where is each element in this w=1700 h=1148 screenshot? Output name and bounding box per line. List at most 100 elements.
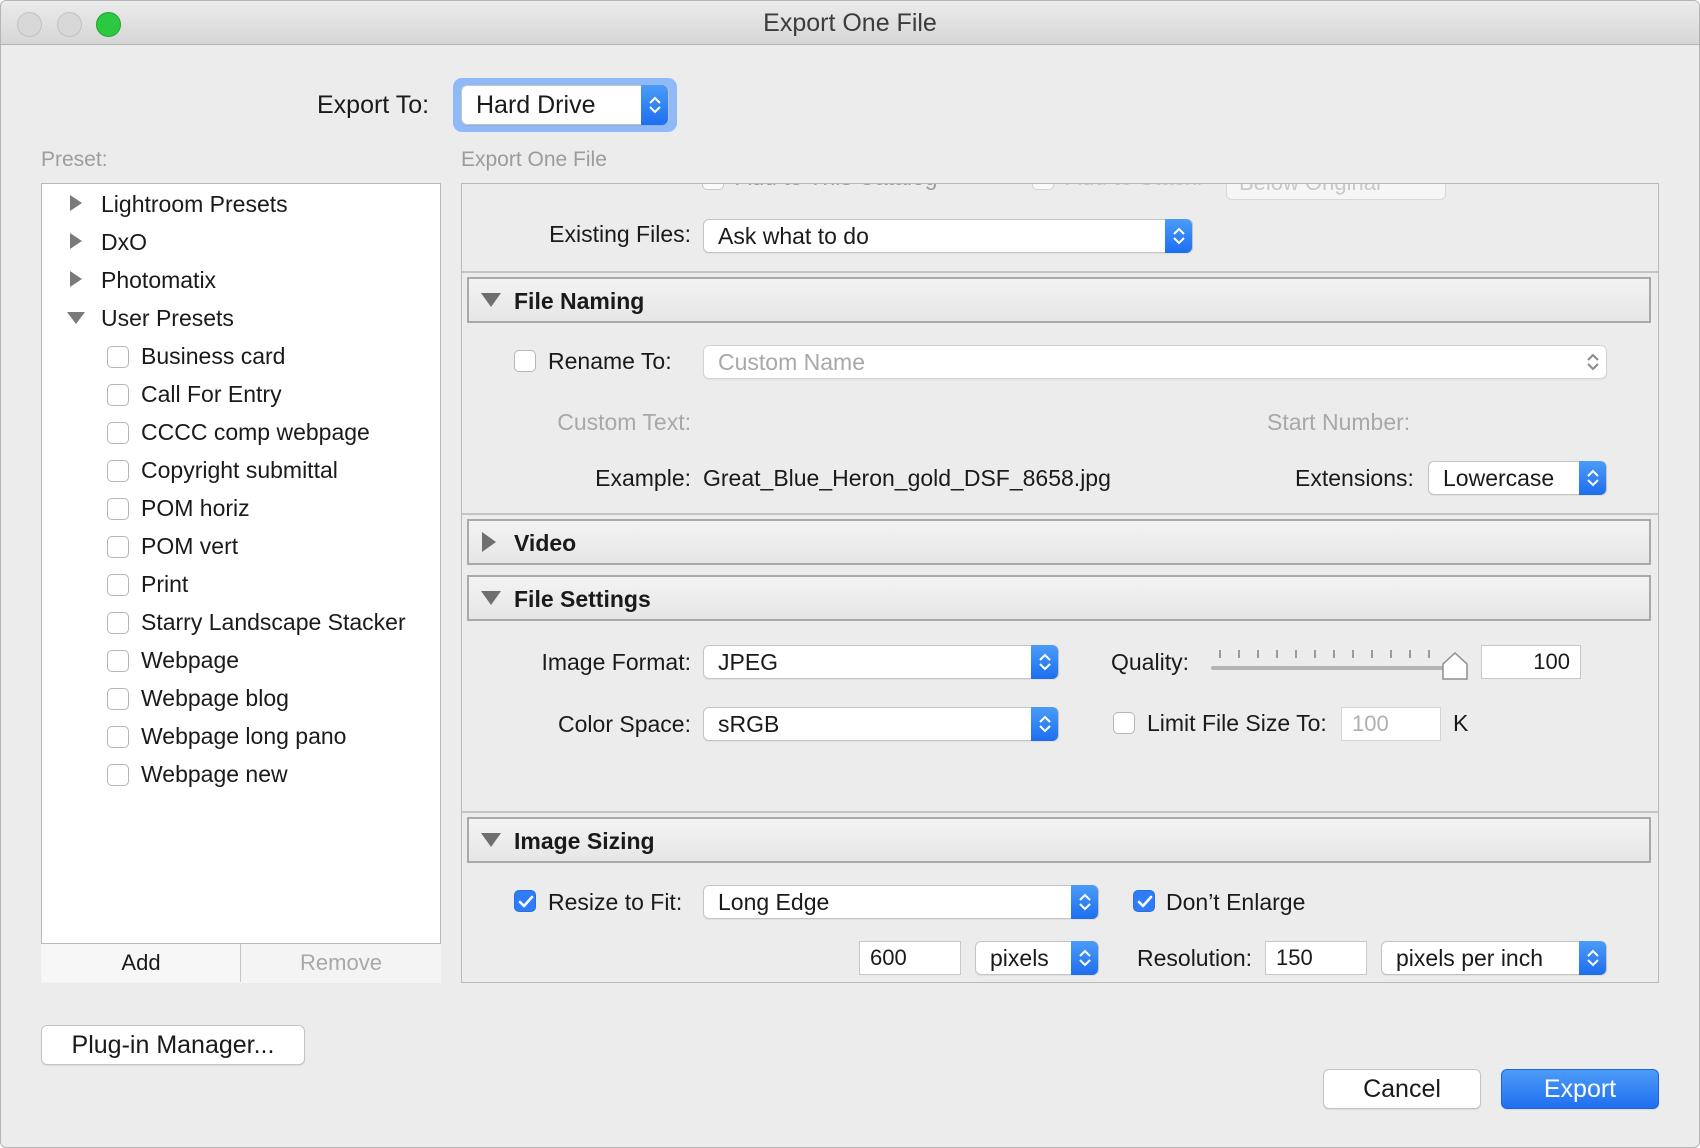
disclosure-right-icon: [70, 271, 82, 287]
preset-checkbox[interactable]: [107, 346, 129, 368]
section-title: Image Sizing: [514, 828, 655, 854]
preset-checkbox[interactable]: [107, 460, 129, 482]
add-to-catalog-checkbox[interactable]: [702, 184, 724, 190]
window-title: Export One File: [763, 9, 937, 37]
add-to-catalog-label: Add to This Catalog: [736, 184, 938, 191]
disclosure-down-icon: [481, 293, 501, 307]
chevron-updown-icon: [1579, 345, 1606, 379]
video-header[interactable]: Video: [467, 519, 1651, 565]
image-format-label: Image Format:: [541, 649, 691, 675]
example-filename: Great_Blue_Heron_gold_DSF_8658.jpg: [703, 465, 1111, 491]
add-to-stack-label: Add to Stack:: [1066, 184, 1203, 191]
size-input[interactable]: 600: [859, 941, 961, 975]
size-unit-select[interactable]: pixels: [975, 941, 1099, 975]
preset-checkbox[interactable]: [107, 650, 129, 672]
resolution-unit-value: pixels per inch: [1396, 945, 1544, 971]
resize-mode-value: Long Edge: [718, 889, 830, 915]
quality-label: Quality:: [1111, 649, 1189, 675]
chevron-updown-icon: [1071, 885, 1098, 919]
preset-checkbox[interactable]: [107, 688, 129, 710]
disclosure-down-icon: [67, 312, 85, 324]
chevron-updown-icon: [1579, 941, 1606, 975]
existing-files-value: Ask what to do: [718, 223, 869, 249]
resolution-label: Resolution:: [1137, 945, 1253, 971]
existing-files-select[interactable]: Ask what to do: [703, 219, 1193, 253]
existing-files-label: Existing Files:: [549, 221, 691, 247]
dont-enlarge-checkbox[interactable]: [1133, 890, 1155, 912]
limit-file-size-input[interactable]: 100: [1341, 707, 1441, 741]
divider: [462, 513, 1658, 515]
chevron-updown-icon: [1031, 645, 1058, 679]
preset-checkbox[interactable]: [107, 612, 129, 634]
export-dialog: Export One File Export To: Hard Drive Pr…: [0, 0, 1700, 1148]
chevron-updown-icon: [1031, 707, 1058, 741]
section-title: File Settings: [514, 586, 651, 612]
image-sizing-header[interactable]: Image Sizing: [467, 817, 1651, 863]
file-naming-header[interactable]: File Naming: [467, 277, 1651, 323]
preset-item-label: Webpage long pano: [141, 723, 347, 749]
preset-item-label: Business card: [141, 343, 286, 369]
slider-track: [1211, 666, 1461, 670]
section-title: Video: [514, 530, 577, 556]
preset-checkbox[interactable]: [107, 422, 129, 444]
preset-checkbox[interactable]: [107, 384, 129, 406]
rename-template-select[interactable]: Custom Name: [703, 345, 1607, 379]
chevron-updown-icon: [1165, 219, 1192, 253]
export-to-select[interactable]: Hard Drive: [461, 85, 669, 125]
export-button[interactable]: Export: [1501, 1069, 1659, 1109]
panel-header: Export One File: [461, 148, 607, 171]
stack-position-select[interactable]: Below Original: [1226, 184, 1446, 200]
extensions-value: Lowercase: [1443, 465, 1555, 491]
preset-label: Preset:: [41, 148, 108, 171]
plugin-manager-button[interactable]: Plug-in Manager...: [41, 1025, 305, 1065]
resolution-unit-select[interactable]: pixels per inch: [1381, 941, 1607, 975]
color-space-label: Color Space:: [558, 711, 691, 737]
resolution-input[interactable]: 150: [1265, 941, 1367, 975]
add-to-stack-checkbox[interactable]: [1032, 184, 1054, 190]
preset-checkbox[interactable]: [107, 726, 129, 748]
export-to-value: Hard Drive: [476, 91, 596, 119]
resize-mode-select[interactable]: Long Edge: [703, 885, 1099, 919]
add-preset-button[interactable]: Add: [42, 944, 241, 982]
preset-item-label: Copyright submittal: [141, 457, 338, 483]
preset-item-label: Print: [141, 571, 189, 597]
disclosure-down-icon: [481, 591, 501, 605]
preset-checkbox[interactable]: [107, 764, 129, 786]
custom-text-label: Custom Text:: [557, 409, 691, 435]
section-title: File Naming: [514, 288, 645, 314]
resize-to-fit-checkbox[interactable]: [514, 890, 536, 912]
limit-file-size-label: Limit File Size To:: [1147, 710, 1327, 736]
preset-list: [41, 183, 441, 983]
divider: [462, 811, 1658, 813]
preset-checkbox[interactable]: [107, 498, 129, 520]
dont-enlarge-label: Don’t Enlarge: [1166, 889, 1306, 915]
color-space-select[interactable]: sRGB: [703, 707, 1059, 741]
extensions-select[interactable]: Lowercase: [1428, 461, 1607, 495]
chevron-updown-icon: [1071, 941, 1098, 975]
color-space-value: sRGB: [718, 711, 780, 737]
checkmark-icon: [1137, 895, 1153, 908]
file-settings-header[interactable]: File Settings: [467, 575, 1651, 621]
image-format-select[interactable]: JPEG: [703, 645, 1059, 679]
chevron-updown-icon: [641, 85, 668, 125]
title-bar: Export One File: [1, 1, 1699, 45]
preset-group-label: Lightroom Presets: [101, 191, 288, 217]
preset-checkbox[interactable]: [107, 574, 129, 596]
checkmark-icon: [518, 895, 534, 908]
quality-input[interactable]: 100: [1481, 645, 1581, 679]
remove-preset-button[interactable]: Remove: [242, 944, 440, 982]
disclosure-down-icon: [481, 833, 501, 847]
slider-thumb[interactable]: [1442, 652, 1468, 680]
limit-file-size-unit: K: [1453, 710, 1469, 736]
preset-item-label: POM vert: [141, 533, 239, 559]
preset-item-label: CCCC comp webpage: [141, 419, 370, 445]
divider: [462, 271, 1658, 273]
limit-file-size-checkbox[interactable]: [1113, 712, 1135, 734]
disclosure-right-icon: [70, 195, 82, 211]
cancel-button[interactable]: Cancel: [1323, 1069, 1481, 1109]
rename-label: Rename To:: [548, 348, 672, 374]
preset-item-label: Webpage new: [141, 761, 288, 787]
preset-checkbox[interactable]: [107, 536, 129, 558]
rename-checkbox[interactable]: [514, 350, 536, 372]
resize-to-fit-label: Resize to Fit:: [548, 889, 683, 915]
